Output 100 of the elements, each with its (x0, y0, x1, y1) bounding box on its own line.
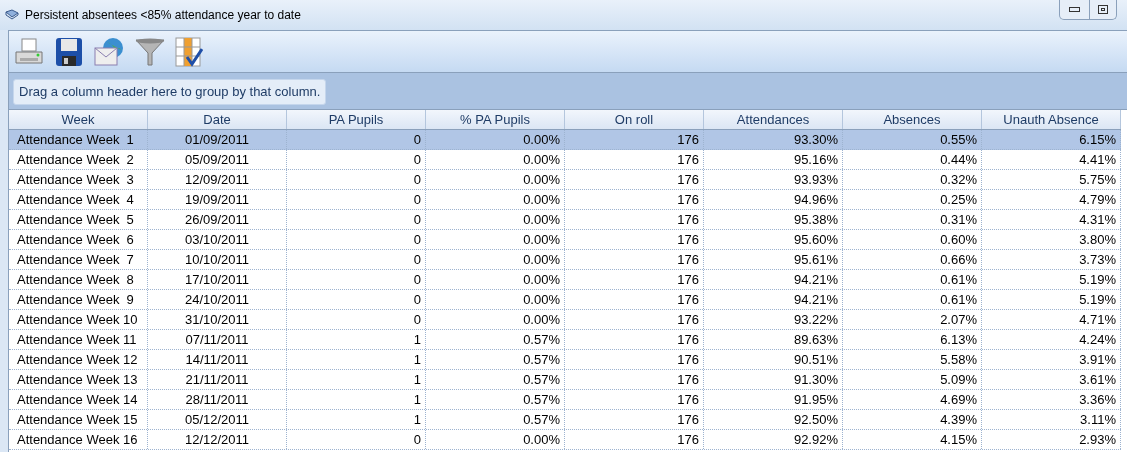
table-cell-text: Attendance Week 15 (17, 410, 138, 429)
table-cell-text: 94.96% (793, 190, 838, 209)
table-row[interactable]: Attendance Week 15 05/12/2011 1 0.57% 176 92.50% 4.39% 3.11% (9, 410, 1121, 430)
table-cell-text: 0 (413, 150, 421, 169)
table-cell-text: Attendance Week 12 (17, 350, 138, 369)
table-cell-text: 93.22% (793, 310, 838, 329)
table-cell-text: 0.00% (523, 130, 560, 149)
table-cell-text: 0.00% (523, 270, 560, 289)
table-cell-text: 0.57% (523, 390, 560, 409)
save-icon[interactable] (55, 36, 83, 67)
table-row[interactable]: Attendance Week 9 24/10/2011 0 0.00% 176 94.21% 0.61% 5.19% (9, 290, 1121, 310)
table-cell-text: 0.00% (523, 150, 560, 169)
table-cell-text: Attendance Week 8 (17, 270, 134, 289)
table-cell-text: 5.75% (1079, 170, 1116, 189)
table-row[interactable]: Attendance Week 11 07/11/2011 1 0.57% 176 89.63% 6.13% 4.24% (9, 330, 1121, 350)
table-cell-text: 3.80% (1079, 230, 1116, 249)
window-title: Persistent absentees <85% attendance year to date (25, 7, 301, 24)
table-cell-text: 0.61% (940, 290, 977, 309)
column-header[interactable]: % PA Pupils (426, 110, 565, 129)
table-cell-text: 95.61% (793, 250, 838, 269)
table-cell-text: 17/10/2011 (184, 270, 250, 289)
table-cell-text: 93.93% (793, 170, 838, 189)
table-cell-text: Attendance Week 7 (17, 250, 134, 269)
filter-icon[interactable] (135, 36, 165, 67)
table-row[interactable]: Attendance Week 5 26/09/2011 0 0.00% 176 95.38% 0.31% 4.31% (9, 210, 1121, 230)
table-cell-text: 0.31% (940, 210, 977, 229)
table-cell-text: 0.60% (940, 230, 977, 249)
table-row[interactable]: Attendance Week 2 05/09/2011 0 0.00% 176 95.16% 0.44% 4.41% (9, 150, 1121, 170)
table-row[interactable]: Attendance Week 4 19/09/2011 0 0.00% 176 94.96% 0.25% 4.79% (9, 190, 1121, 210)
email-icon[interactable] (93, 35, 125, 68)
table-cell-text: 1 (413, 410, 421, 429)
table-cell-text: 94.21% (793, 270, 838, 289)
table-cell-text: 0.57% (523, 330, 560, 349)
table-cell-text: 1 (413, 370, 421, 389)
table-row[interactable]: Attendance Week 7 10/10/2011 0 0.00% 176 95.61% 0.66% 3.73% (9, 250, 1121, 270)
column-header[interactable]: Absences (843, 110, 982, 129)
table-cell-text: 6.13% (940, 330, 977, 349)
table-cell-text: 0.57% (523, 410, 560, 429)
table-cell-text: 4.71% (1079, 310, 1116, 329)
table-cell-text: 176 (677, 270, 699, 289)
table-row[interactable]: Attendance Week 1 01/09/2011 0 0.00% 176 93.30% 0.55% 6.15% (9, 130, 1121, 150)
table-cell-text: Attendance Week 14 (17, 390, 138, 409)
table-cell-text: 5.19% (1079, 290, 1116, 309)
table-cell-text: 2.93% (1079, 430, 1116, 449)
table-cell-text: 0 (413, 310, 421, 329)
column-chooser-icon[interactable] (175, 36, 203, 67)
table-cell-text: 0.25% (940, 190, 977, 209)
table-row[interactable]: Attendance Week 12 14/11/2011 1 0.57% 176 90.51% 5.58% 3.91% (9, 350, 1121, 370)
table-cell-text: 19/09/2011 (184, 190, 250, 209)
table-row[interactable]: Attendance Week 16 12/12/2011 0 0.00% 176 92.92% 4.15% 2.93% (9, 430, 1121, 450)
table-row[interactable]: Attendance Week 8 17/10/2011 0 0.00% 176 94.21% 0.61% 5.19% (9, 270, 1121, 290)
table-cell-text: 176 (677, 330, 699, 349)
group-by-hint: Drag a column header here to group by that column. (13, 79, 327, 105)
table-cell-text: 2.07% (940, 310, 977, 329)
table-cell-text: 0.00% (523, 250, 560, 269)
table-cell-text: 31/10/2011 (184, 310, 250, 329)
column-header[interactable]: Week (9, 110, 148, 129)
table-cell-text: 12/12/2011 (184, 430, 250, 449)
table-cell-text: 26/09/2011 (184, 210, 250, 229)
table-cell-text: 3.73% (1079, 250, 1116, 269)
table-cell-text: 1 (413, 330, 421, 349)
table-row[interactable]: Attendance Week 14 28/11/2011 1 0.57% 176 91.95% 4.69% 3.36% (9, 390, 1121, 410)
table-cell-text: 176 (677, 130, 699, 149)
column-header[interactable]: PA Pupils (287, 110, 426, 129)
table-cell-text: 10/10/2011 (184, 250, 250, 269)
table-cell-text: 1 (413, 390, 421, 409)
table-cell-text: Attendance Week 11 (17, 330, 137, 349)
table-cell-text: 0.57% (523, 350, 560, 369)
table-cell-text: 4.15% (940, 430, 977, 449)
table-row[interactable]: Attendance Week 13 21/11/2011 1 0.57% 176 91.30% 5.09% 3.61% (9, 370, 1121, 390)
table-cell-text: 6.15% (1079, 130, 1116, 149)
table-cell-text: 92.92% (793, 430, 838, 449)
table-cell-text: 0.61% (940, 270, 977, 289)
table-cell-text: 0 (413, 190, 421, 209)
table-cell-text: Attendance Week 9 (17, 290, 134, 309)
table-cell-text: Attendance Week 10 (17, 310, 138, 329)
table-cell-text: 0 (413, 270, 421, 289)
column-header[interactable]: Unauth Absence (982, 110, 1121, 129)
table-cell-text: 93.30% (793, 130, 838, 149)
table-cell-text: 24/10/2011 (184, 290, 250, 309)
table-cell-text: 176 (677, 390, 699, 409)
table-cell-text: 0 (413, 130, 421, 149)
table-row[interactable]: Attendance Week 3 12/09/2011 0 0.00% 176 93.93% 0.32% 5.75% (9, 170, 1121, 190)
table-cell-text: 4.41% (1079, 150, 1116, 169)
table-row[interactable]: Attendance Week 10 31/10/2011 0 0.00% 176 93.22% 2.07% 4.71% (9, 310, 1121, 330)
table-cell-text: 05/12/2011 (184, 410, 250, 429)
table-row[interactable]: Attendance Week 6 03/10/2011 0 0.00% 176 95.60% 0.60% 3.80% (9, 230, 1121, 250)
table-cell-text: 176 (677, 250, 699, 269)
table-cell-text: 3.61% (1079, 370, 1116, 389)
table-cell-text: 176 (677, 430, 699, 449)
table-cell-text: 4.69% (940, 390, 977, 409)
table-cell-text: 5.09% (940, 370, 977, 389)
column-header[interactable]: On roll (565, 110, 704, 129)
table-cell-text: 4.31% (1079, 210, 1116, 229)
table-cell-text: 95.38% (793, 210, 838, 229)
column-header[interactable]: Attendances (704, 110, 843, 129)
column-header[interactable]: Date (148, 110, 287, 129)
table-cell-text: 0 (413, 290, 421, 309)
table-cell-text: 4.24% (1079, 330, 1116, 349)
table-cell-text: Attendance Week 13 (17, 370, 138, 389)
